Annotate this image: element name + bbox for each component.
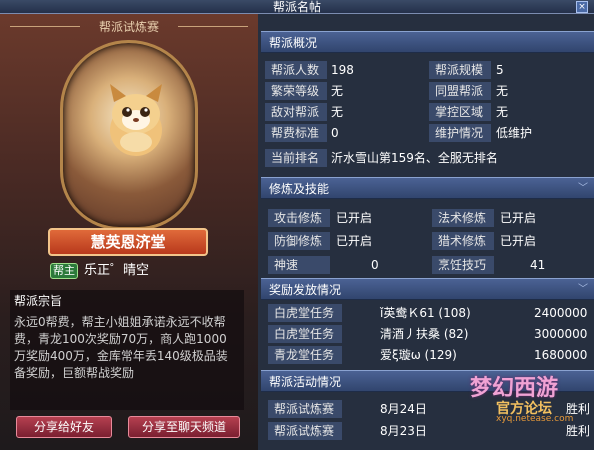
reward-amount: 3000000	[534, 327, 588, 341]
activity-event: 帮派试炼赛	[268, 400, 342, 418]
label-prosperity: 繁荣等级	[265, 82, 327, 100]
chevron-down-icon[interactable]: ﹀	[578, 280, 588, 295]
activity-date: 8月24日	[380, 402, 427, 416]
trial-header-label: 帮派试炼赛	[98, 20, 159, 34]
value-maintenance: 低维护	[496, 126, 533, 140]
label-enemies: 敌对帮派	[265, 103, 327, 121]
value-magic-cultivation: 已开启	[500, 211, 537, 225]
value-enemies: 无	[331, 105, 344, 119]
share-friend-button[interactable]: 分享给好友	[16, 416, 112, 438]
reward-amount: 1680000	[534, 348, 588, 362]
label-defense-cultivation: 防御修炼	[268, 232, 330, 250]
creed-text: 永远0帮费，帮主小姐姐承诺永远不收帮费，青龙100次奖励70万，商人跑1000万…	[14, 315, 228, 380]
close-icon[interactable]: ×	[576, 1, 588, 13]
label-cooking: 烹饪技巧	[432, 256, 494, 274]
chevron-down-icon[interactable]: ﹀	[578, 179, 588, 194]
section-title: 帮派活动情况	[269, 375, 342, 389]
section-overview-header[interactable]: 帮派概况	[261, 31, 594, 53]
section-title: 帮派概况	[269, 36, 318, 50]
creed-title: 帮派宗旨	[14, 294, 63, 308]
label-speed: 神速	[268, 256, 330, 274]
label-maintenance: 维护情况	[429, 124, 491, 142]
value-members: 198	[331, 63, 354, 77]
header-divider	[10, 26, 80, 27]
value-allies: 无	[496, 84, 509, 98]
label-hunting-cultivation: 猎术修炼	[432, 232, 494, 250]
label-rank: 当前排名	[265, 149, 327, 167]
value-cooking: 41	[530, 258, 546, 272]
reward-player[interactable]: 清酒丿扶桑 (82)	[380, 325, 468, 343]
label-attack-cultivation: 攻击修炼	[268, 209, 330, 227]
value-fee: 0	[331, 126, 339, 140]
reward-amount: 2400000	[534, 306, 588, 320]
value-rank: 沂水雪山第159名、全服无排名	[331, 151, 498, 165]
trial-header: 帮派试炼赛	[0, 14, 258, 40]
leader-badge: 帮主	[50, 262, 78, 279]
label-territory: 掌控区域	[429, 103, 491, 121]
value-defense-cultivation: 已开启	[336, 234, 373, 248]
value-speed: 0	[371, 258, 379, 272]
value-prosperity: 无	[331, 84, 344, 98]
reward-task: 白虎堂任务	[268, 304, 342, 322]
section-rewards-header[interactable]: 奖励发放情况 ﹀	[261, 278, 594, 300]
mascot-cat-icon	[110, 84, 162, 156]
section-title: 修炼及技能	[269, 182, 330, 196]
label-fee: 帮费标准	[265, 124, 327, 142]
value-hunting-cultivation: 已开启	[500, 234, 537, 248]
reward-task: 白虎堂任务	[268, 325, 342, 343]
reward-task: 青龙堂任务	[268, 346, 342, 364]
guild-name-banner: 慧英恩济堂	[48, 228, 208, 256]
leader-name[interactable]: 乐正゜晴空	[84, 263, 149, 278]
value-scale: 5	[496, 63, 504, 77]
forum-watermark: 梦幻西游 官方论坛 xyq.netease.com	[470, 370, 590, 425]
window-title: 帮派名帖	[272, 0, 321, 14]
header-divider	[178, 26, 248, 27]
label-scale: 帮派规模	[429, 61, 491, 79]
guild-name: 慧英恩济堂	[90, 233, 166, 251]
activity-event: 帮派试炼赛	[268, 422, 342, 440]
label-members: 帮派人数	[265, 61, 327, 79]
section-skills-header[interactable]: 修炼及技能 ﹀	[261, 177, 594, 199]
section-title: 奖励发放情况	[269, 283, 342, 297]
watermark-url: xyq.netease.com	[496, 414, 574, 424]
reward-player[interactable]: 爱ξ璇ω (129)	[380, 346, 457, 364]
reward-player[interactable]: ǐ英鸯Ｋ61 (108)	[380, 304, 471, 322]
share-chat-button[interactable]: 分享至聊天频道	[128, 416, 240, 438]
label-allies: 同盟帮派	[429, 82, 491, 100]
activity-date: 8月23日	[380, 424, 427, 438]
value-attack-cultivation: 已开启	[336, 211, 373, 225]
label-magic-cultivation: 法术修炼	[432, 209, 494, 227]
guild-leader: 帮主 乐正゜晴空	[50, 262, 149, 280]
value-territory: 无	[496, 105, 509, 119]
